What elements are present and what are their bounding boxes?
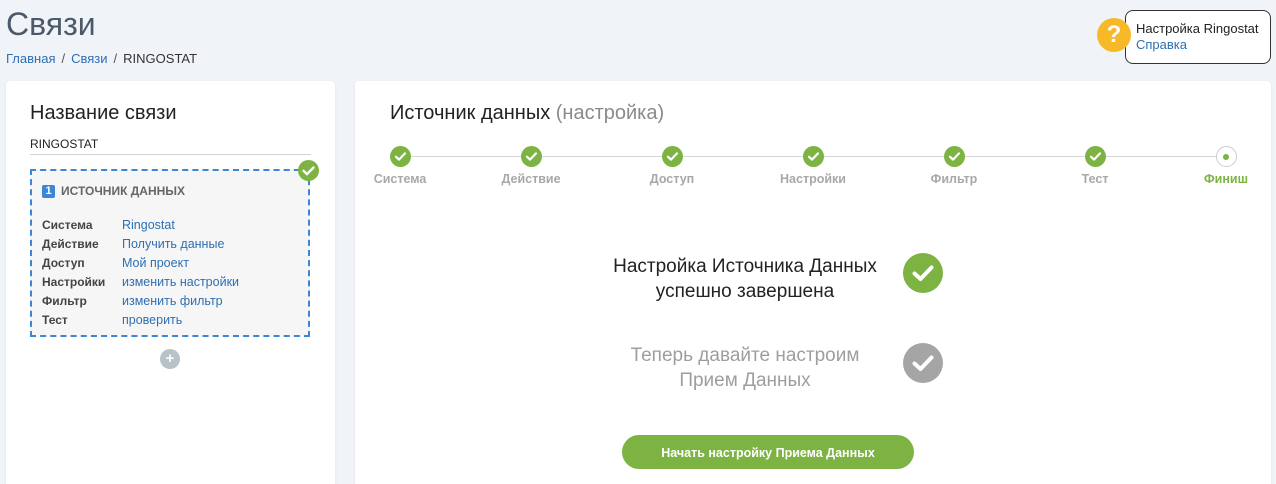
success-line-1: Настройка Источника Данных — [613, 256, 877, 277]
setup-title-sub: (настройка) — [555, 102, 665, 124]
step-label: Фильтр — [930, 172, 978, 186]
data-source-heading-label: ИСТОЧНИК ДАННЫХ — [61, 184, 186, 198]
data-source-block[interactable]: 1 ИСТОЧНИК ДАННЫХ Система Ringostat Дейс… — [30, 169, 310, 337]
detail-key: Тест — [42, 312, 68, 327]
step-label: Тест — [1081, 172, 1109, 186]
detail-row: Система Ringostat — [42, 215, 239, 234]
start-receiver-setup-button[interactable]: Начать настройку Приема Данных — [622, 435, 914, 469]
detail-value-link[interactable]: Получить данные — [122, 237, 224, 251]
step-label: Настройки — [780, 172, 846, 186]
detail-key: Действие — [42, 236, 99, 251]
breadcrumb-connections[interactable]: Связи — [71, 51, 107, 66]
connection-title: Название связи — [30, 102, 177, 124]
detail-value-link[interactable]: изменить настройки — [122, 275, 239, 289]
detail-key: Доступ — [42, 255, 85, 270]
step-access[interactable]: Доступ — [622, 145, 722, 186]
data-source-details: Система Ringostat Действие Получить данн… — [42, 215, 239, 329]
detail-row: Доступ Мой проект — [42, 253, 239, 272]
current-step-icon — [1215, 146, 1237, 167]
help-title: Настройка Ringostat — [1136, 21, 1259, 36]
step-label: Действие — [501, 172, 561, 186]
next-step-message: Теперь давайте настроим Прием Данных — [585, 343, 905, 393]
step-label: Финиш — [1203, 172, 1248, 186]
detail-row: Тест проверить — [42, 310, 239, 329]
step-filter[interactable]: Фильтр — [904, 145, 1004, 186]
check-icon — [802, 146, 824, 167]
check-icon — [298, 160, 319, 181]
breadcrumb-home[interactable]: Главная — [6, 51, 55, 66]
check-icon — [1084, 146, 1106, 167]
step-settings[interactable]: Настройки — [763, 145, 863, 186]
breadcrumb-current: RINGOSTAT — [123, 51, 198, 66]
detail-value-link[interactable]: изменить фильтр — [122, 294, 223, 308]
question-icon[interactable]: ? — [1097, 18, 1131, 52]
step-action[interactable]: Действие — [481, 145, 581, 186]
progress-stepper: Система Действие Доступ Настройки Фильтр… — [355, 145, 1271, 195]
step-system[interactable]: Система — [350, 145, 450, 186]
detail-value-link[interactable]: Ringostat — [122, 218, 175, 232]
detail-value-link[interactable]: Мой проект — [122, 256, 189, 270]
data-source-heading: 1 ИСТОЧНИК ДАННЫХ — [42, 184, 185, 198]
step-label: Доступ — [649, 172, 695, 186]
check-icon — [520, 146, 542, 167]
step-number-badge: 1 — [42, 184, 55, 198]
step-finish[interactable]: Финиш — [1176, 145, 1276, 186]
check-icon — [943, 146, 965, 167]
check-icon — [661, 146, 683, 167]
check-icon — [389, 146, 411, 167]
setup-title-main: Источник данных — [390, 102, 551, 124]
detail-key: Фильтр — [42, 293, 87, 308]
detail-key: Система — [42, 217, 93, 232]
detail-row: Фильтр изменить фильтр — [42, 291, 239, 310]
help-link[interactable]: Справка — [1136, 37, 1270, 52]
next-line-2: Прием Данных — [679, 370, 811, 391]
step-test[interactable]: Тест — [1045, 145, 1145, 186]
help-panel: Настройка Ringostat Справка — [1125, 10, 1271, 64]
connection-card: Название связи RINGOSTAT 1 ИСТОЧНИК ДАНН… — [6, 81, 335, 484]
next-line-1: Теперь давайте настроим — [630, 345, 860, 366]
success-line-2: успешно завершена — [655, 281, 835, 302]
detail-row: Действие Получить данные — [42, 234, 239, 253]
detail-key: Настройки — [42, 274, 106, 289]
add-block-button[interactable]: + — [160, 349, 180, 369]
setup-title: Источник данных (настройка) — [390, 102, 664, 125]
breadcrumb: Главная / Связи / RINGOSTAT — [6, 51, 197, 66]
setup-card: Источник данных (настройка) Система Дейс… — [355, 81, 1271, 484]
step-label: Система — [373, 172, 427, 186]
detail-row: Настройки изменить настройки — [42, 272, 239, 291]
breadcrumb-separator: / — [113, 51, 118, 66]
breadcrumb-separator: / — [61, 51, 66, 66]
success-message: Настройка Источника Данных успешно завер… — [585, 254, 905, 304]
detail-value-link[interactable]: проверить — [122, 313, 182, 327]
pending-check-icon — [903, 343, 943, 383]
success-check-icon — [903, 253, 943, 293]
page-title: Связи — [6, 6, 96, 42]
connection-name-field[interactable]: RINGOSTAT — [30, 137, 311, 155]
